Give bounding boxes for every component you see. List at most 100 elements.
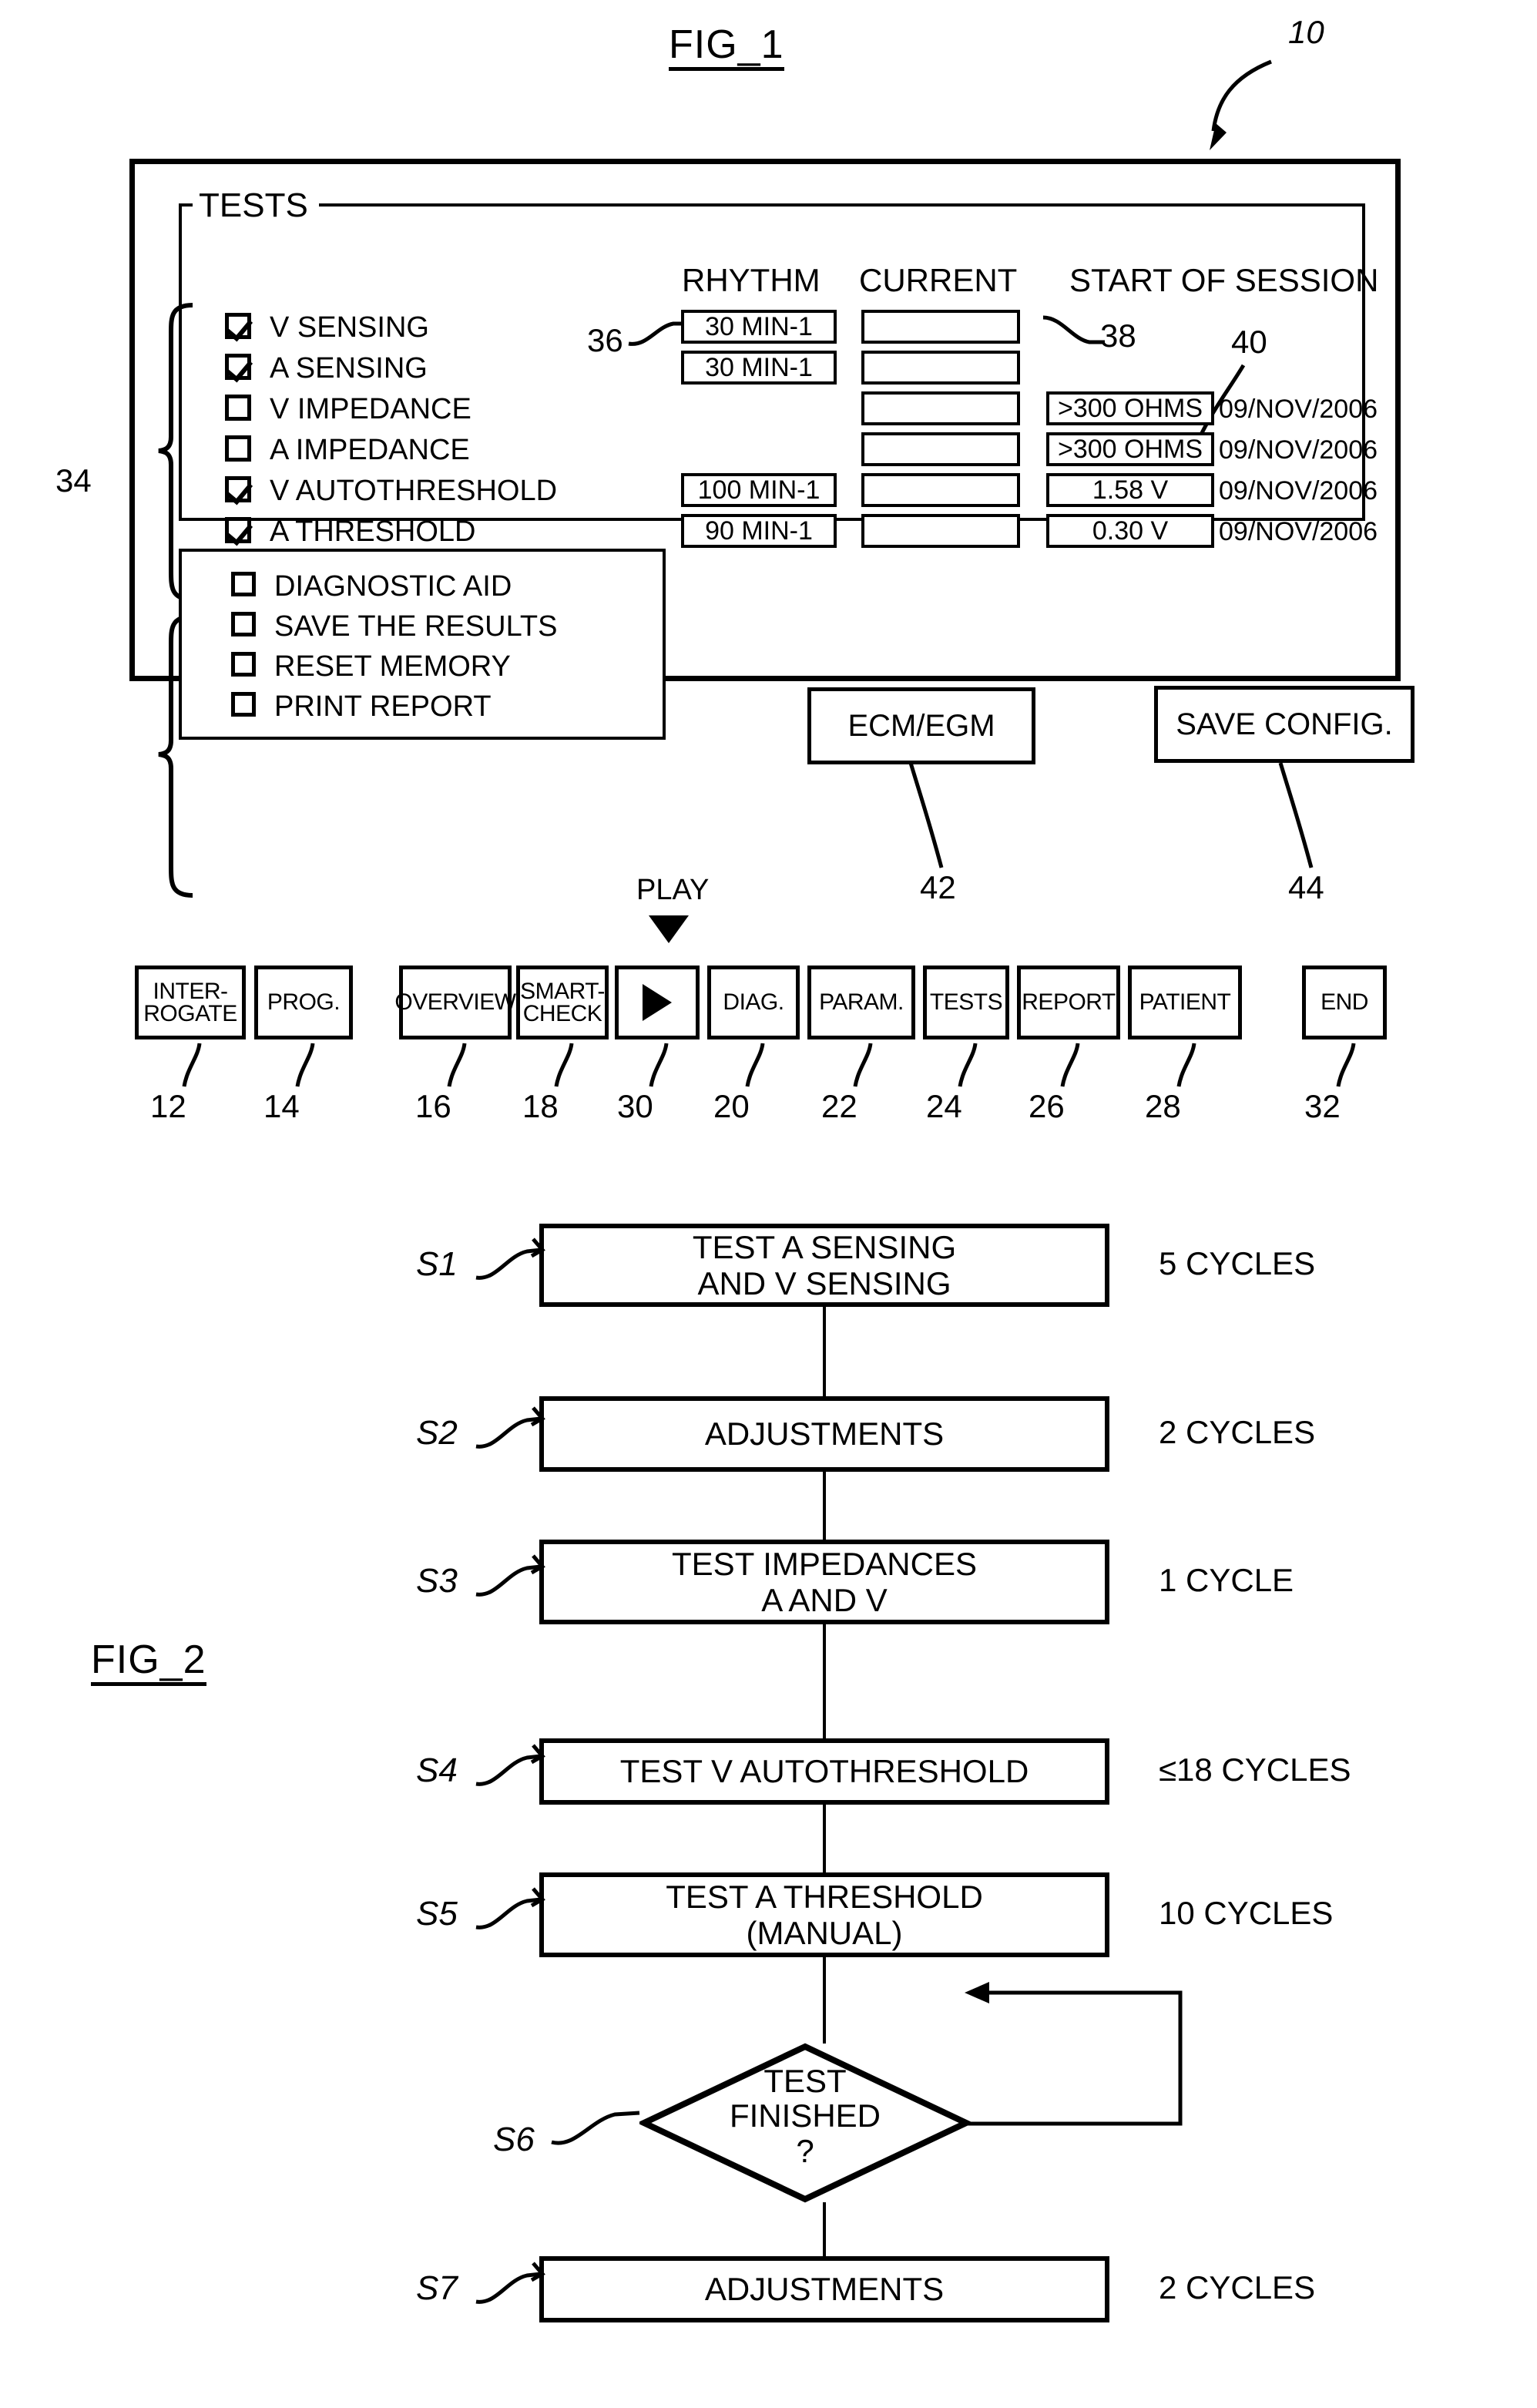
flow-cycles-S7: 2 CYCLES bbox=[1159, 2269, 1316, 2306]
toolbar-button-2[interactable]: OVERVIEW bbox=[394, 966, 516, 1039]
flow-connector-0 bbox=[823, 1307, 826, 1396]
toolbar-reference-9: 28 bbox=[1145, 1088, 1181, 1124]
toolbar-button-line1-1: PROG. bbox=[267, 989, 341, 1016]
toolbar-leader-5 bbox=[745, 1043, 765, 1087]
test-session-value-5[interactable]: 0.30 V bbox=[1046, 514, 1214, 548]
step-label-S2: S2 bbox=[416, 1414, 458, 1452]
test-session-value-2[interactable]: >300 OHMS bbox=[1046, 391, 1214, 425]
flow-box-line2-S3: A AND V bbox=[761, 1582, 888, 1618]
test-rhythm-0[interactable]: 30 MIN-1 bbox=[681, 310, 837, 344]
play-triangle-icon bbox=[643, 984, 672, 1021]
toolbar-button-line1-8: REPORT bbox=[1022, 989, 1116, 1016]
test-session-date-2: 09/NOV/2006 bbox=[1219, 395, 1378, 424]
test-checkbox-5[interactable] bbox=[225, 517, 251, 543]
toolbar-button-0[interactable]: INTER- ROGATE bbox=[135, 966, 246, 1039]
flow-leader-S2 bbox=[475, 1406, 545, 1449]
flow-box-line1-S4: TEST V AUTOTHRESHOLD bbox=[619, 1753, 1029, 1790]
option-label-1: SAVE THE RESULTS bbox=[274, 610, 558, 643]
flow-cycles-S2: 2 CYCLES bbox=[1159, 1414, 1316, 1450]
toolbar-button-line2-0: ROGATE bbox=[143, 1001, 237, 1026]
column-header-rhythm: RHYTHM bbox=[682, 262, 821, 298]
test-current-4[interactable] bbox=[861, 473, 1020, 507]
flow-box-S4: TEST V AUTOTHRESHOLD bbox=[539, 1738, 1109, 1805]
test-checkbox-4[interactable] bbox=[225, 476, 251, 502]
fig2-title: FIG_2 bbox=[91, 1639, 206, 1687]
flow-leader-S3 bbox=[475, 1554, 545, 1597]
test-checkbox-2[interactable] bbox=[225, 395, 251, 421]
patent-figure-sheet: FIG_1 10 TESTS 34 46 RHYTHM CURRENT STAR… bbox=[0, 0, 1537, 2408]
toolbar-leader-4 bbox=[649, 1043, 669, 1087]
toolbar-button-1[interactable]: PROG. bbox=[254, 966, 353, 1039]
toolbar-button-10[interactable]: END bbox=[1302, 966, 1387, 1039]
test-session-value-3[interactable]: >300 OHMS bbox=[1046, 432, 1214, 466]
flow-connector-4 bbox=[823, 1957, 826, 2044]
test-rhythm-5[interactable]: 90 MIN-1 bbox=[681, 514, 837, 548]
test-checkbox-3[interactable] bbox=[225, 435, 251, 462]
toolbar-button-3[interactable]: SMART- CHECK bbox=[516, 966, 609, 1039]
test-current-1[interactable] bbox=[861, 351, 1020, 385]
flow-cycles-S4: ≤18 CYCLES bbox=[1159, 1751, 1351, 1788]
flow-leader-S5 bbox=[475, 1887, 545, 1929]
toolbar-button-line1-2: OVERVIEW bbox=[394, 989, 516, 1016]
toolbar-button-9[interactable]: PATIENT bbox=[1128, 966, 1242, 1039]
play-down-arrow-icon bbox=[649, 915, 689, 943]
leader-42 bbox=[908, 762, 944, 868]
option-checkbox-2[interactable] bbox=[231, 652, 256, 677]
toolbar-button-line1-5: DIAG. bbox=[723, 989, 784, 1016]
flow-box-S2: ADJUSTMENTS bbox=[539, 1396, 1109, 1472]
option-label-0: DIAGNOSTIC AID bbox=[274, 570, 512, 603]
toolbar-button-6[interactable]: PARAM. bbox=[807, 966, 915, 1039]
flow-cycles-S5: 10 CYCLES bbox=[1159, 1895, 1334, 1931]
fig1-title: FIG_1 bbox=[669, 24, 784, 72]
test-label-0: V SENSING bbox=[270, 311, 429, 344]
leader-38 bbox=[1042, 315, 1105, 344]
column-header-start-of-session: START OF SESSION bbox=[1069, 262, 1379, 298]
toolbar-leader-3 bbox=[554, 1043, 574, 1087]
fig1-reference-10: 10 bbox=[1288, 14, 1324, 50]
test-current-2[interactable] bbox=[861, 391, 1020, 425]
decision-test-finished: TEST FINISHED ? bbox=[639, 2042, 971, 2204]
toolbar-button-8[interactable]: REPORT bbox=[1017, 966, 1120, 1039]
leader-44 bbox=[1278, 762, 1314, 868]
fig1-reference-36: 36 bbox=[587, 322, 623, 358]
save-config-button[interactable]: SAVE CONFIG. bbox=[1154, 686, 1415, 763]
flow-connector-5 bbox=[823, 2202, 826, 2256]
flow-box-S1: TEST A SENSING AND V SENSING bbox=[539, 1224, 1109, 1307]
test-rhythm-1[interactable]: 30 MIN-1 bbox=[681, 351, 837, 385]
toolbar-button-line1-6: PARAM. bbox=[819, 989, 904, 1016]
option-checkbox-0[interactable] bbox=[231, 572, 256, 596]
test-session-date-3: 09/NOV/2006 bbox=[1219, 435, 1378, 465]
play-label: PLAY bbox=[636, 874, 710, 906]
test-checkbox-1[interactable] bbox=[225, 354, 251, 380]
test-current-0[interactable] bbox=[861, 310, 1020, 344]
toolbar-button-line1-9: PATIENT bbox=[1139, 989, 1231, 1016]
test-current-3[interactable] bbox=[861, 432, 1020, 466]
step-label-S1: S1 bbox=[416, 1245, 458, 1283]
ecm-egm-button[interactable]: ECM/EGM bbox=[807, 687, 1035, 764]
toolbar-button-5[interactable]: DIAG. bbox=[707, 966, 800, 1039]
option-checkbox-3[interactable] bbox=[231, 692, 256, 717]
option-checkbox-1[interactable] bbox=[231, 612, 256, 636]
loopback-arrow bbox=[965, 1982, 1183, 2126]
toolbar-reference-8: 26 bbox=[1029, 1088, 1065, 1124]
flow-cycles-S3: 1 CYCLE bbox=[1159, 1562, 1294, 1598]
flow-box-line1-S5: TEST A THRESHOLD bbox=[666, 1878, 983, 1915]
test-current-5[interactable] bbox=[861, 514, 1020, 548]
flow-box-line2-S5: (MANUAL) bbox=[746, 1915, 903, 1951]
flow-box-line1-S1: TEST A SENSING bbox=[692, 1228, 957, 1265]
toolbar-button-4[interactable] bbox=[615, 966, 700, 1039]
test-checkbox-0[interactable] bbox=[225, 313, 251, 339]
flow-connector-3 bbox=[823, 1805, 826, 1872]
decision-line2: FINISHED bbox=[729, 2097, 881, 2134]
flow-leader-S7 bbox=[475, 2262, 545, 2304]
toolbar-button-7[interactable]: TESTS bbox=[923, 966, 1009, 1039]
test-rhythm-4[interactable]: 100 MIN-1 bbox=[681, 473, 837, 507]
toolbar-leader-10 bbox=[1336, 1043, 1356, 1087]
test-session-value-4[interactable]: 1.58 V bbox=[1046, 473, 1214, 507]
test-label-2: V IMPEDANCE bbox=[270, 393, 472, 425]
test-label-1: A SENSING bbox=[270, 352, 428, 385]
toolbar-button-line1-0: INTER- bbox=[153, 978, 229, 1004]
flow-connector-2 bbox=[823, 1624, 826, 1738]
toolbar-reference-4: 30 bbox=[617, 1088, 653, 1124]
option-label-2: RESET MEMORY bbox=[274, 650, 511, 683]
